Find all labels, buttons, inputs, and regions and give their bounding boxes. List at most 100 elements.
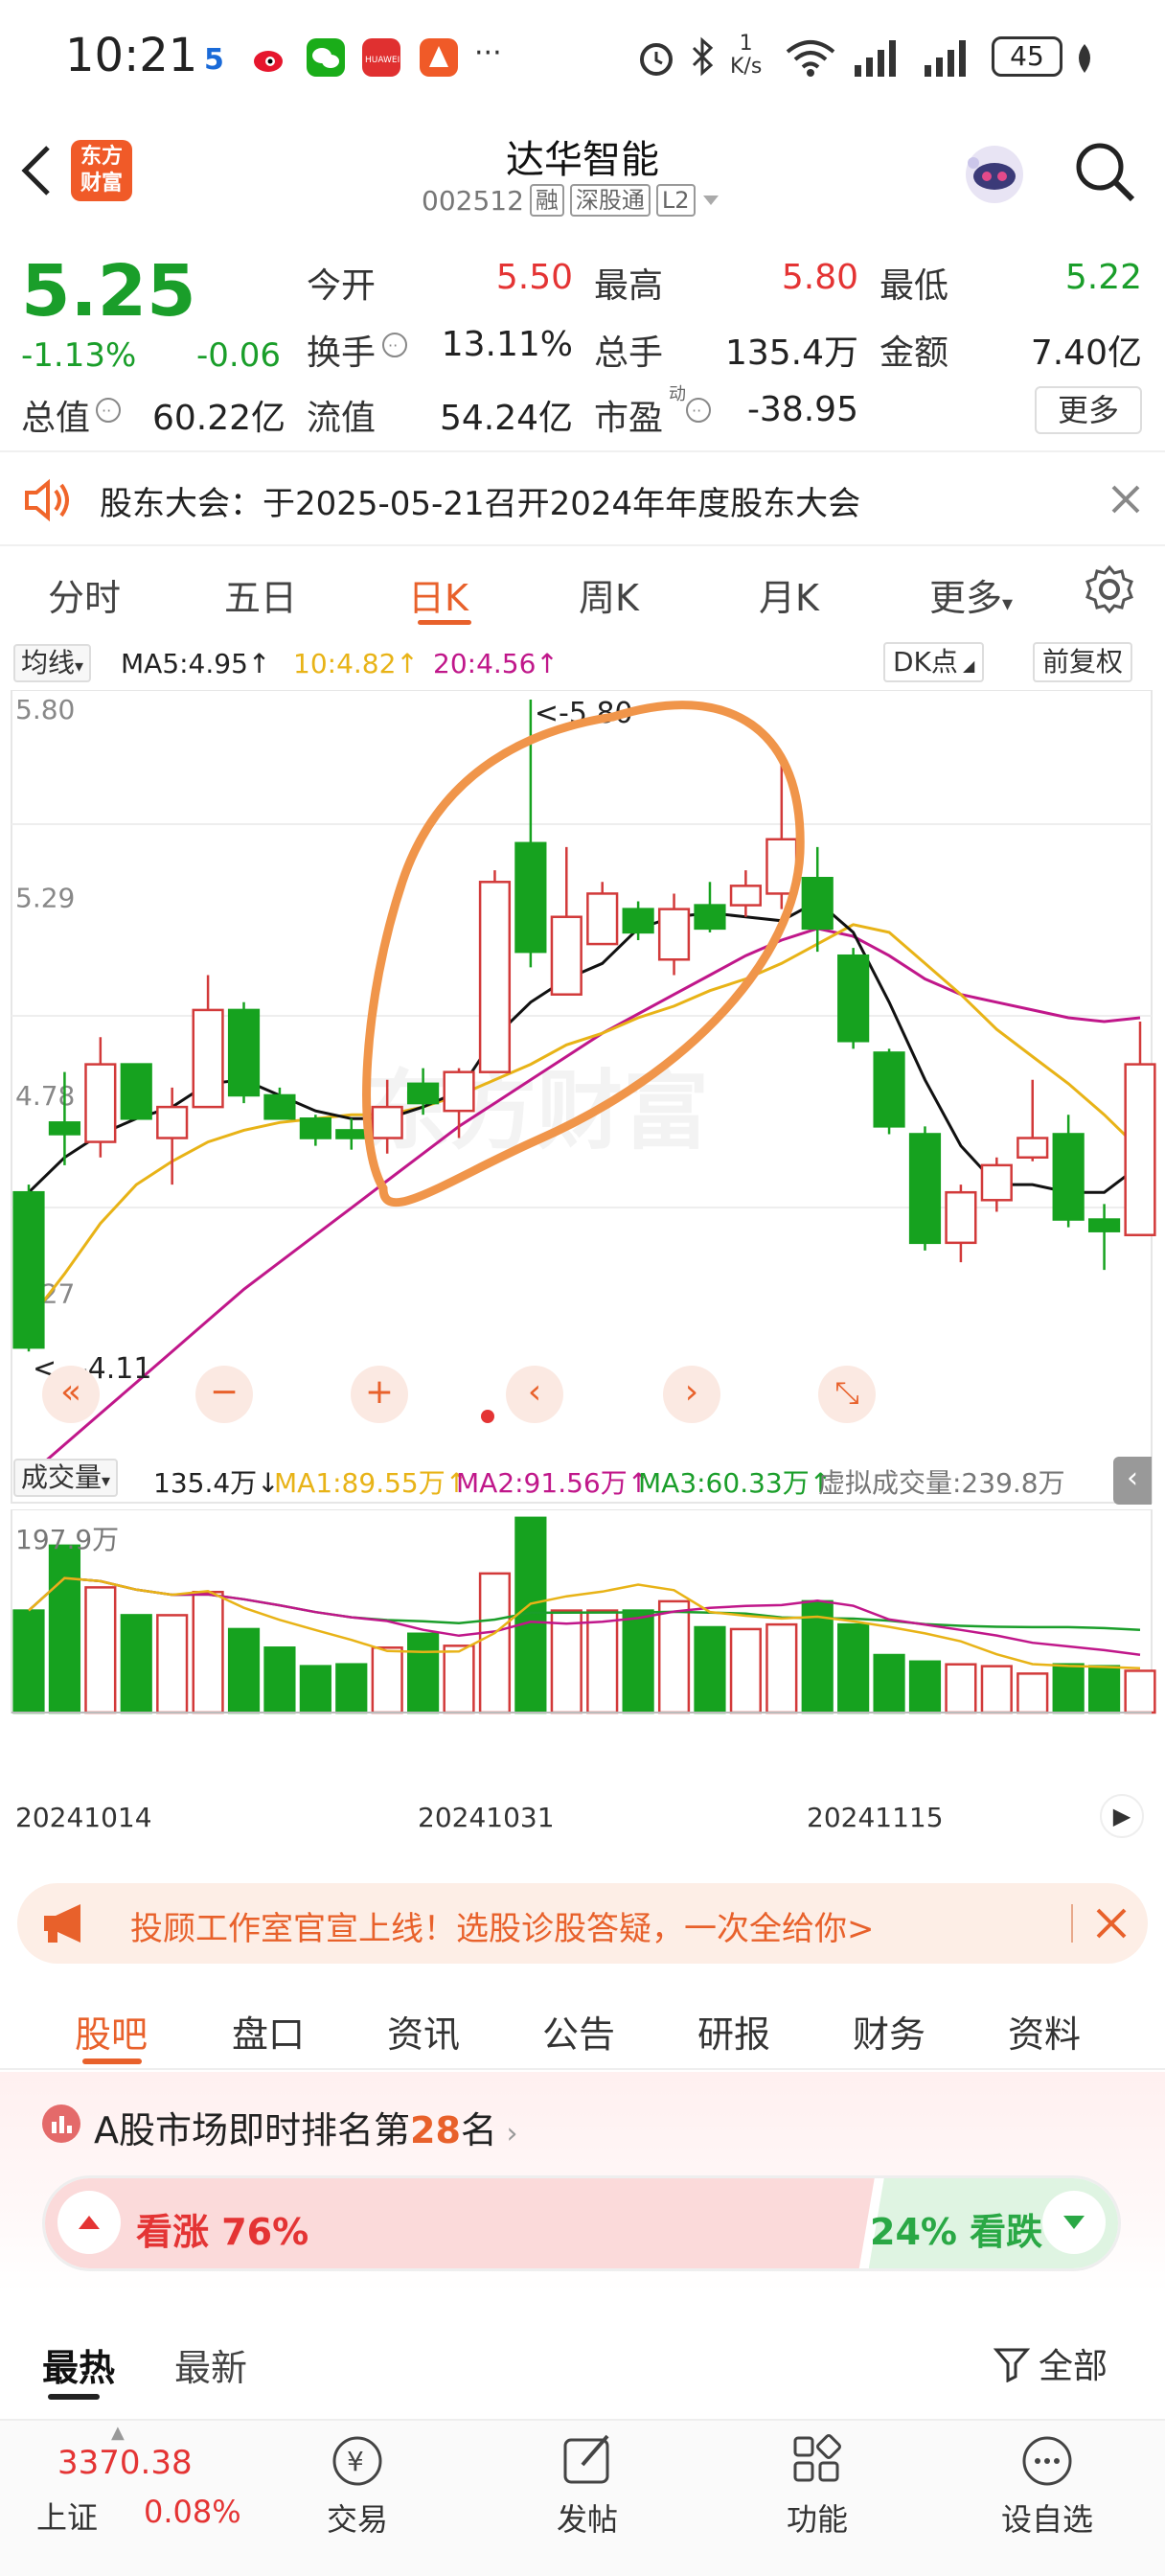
candle-body [407, 1082, 440, 1105]
volume-bar [837, 1622, 870, 1714]
candle-body [873, 1051, 905, 1128]
y-tick-label: 5.80 [15, 694, 75, 725]
tab-finance[interactable]: 财务 [853, 2005, 925, 2058]
settings-gear-icon[interactable] [1085, 564, 1134, 614]
tab-five-day[interactable]: 五日 [224, 568, 297, 621]
y-tick-label: 5.29 [15, 882, 75, 913]
turnover-value: 13.11% [441, 325, 573, 364]
notice-bar[interactable]: 股东大会：于2025-05-21召开2024年年度股东大会 [0, 450, 1165, 546]
content-tab-indicator [82, 2058, 142, 2064]
play-next-button[interactable]: ▶ [1100, 1794, 1144, 1838]
tab-more-label: 更多 [929, 577, 1003, 619]
filter-button[interactable]: 全部 [993, 2338, 1108, 2388]
search-icon[interactable] [1071, 138, 1138, 205]
bluetooth-icon [692, 36, 714, 77]
volume-value: 135.4万 [724, 334, 858, 373]
tab-announcements[interactable]: 公告 [542, 2005, 615, 2058]
index-name[interactable]: 上证 [36, 2494, 98, 2538]
nav-post-label: 发帖 [556, 2501, 618, 2538]
sort-indicator [48, 2394, 100, 2400]
market-rank-text[interactable]: A股市场即时排名第28名 › [94, 2101, 517, 2153]
tab-profile[interactable]: 资料 [1008, 2005, 1081, 2058]
rewind-button[interactable]: « [42, 1366, 100, 1423]
promo-banner[interactable]: 投顾工作室官宣上线！选股诊股答疑，一次全给你> [17, 1883, 1148, 1964]
volume-bar [120, 1614, 152, 1714]
candle-body [299, 1117, 331, 1139]
volume-bar [478, 1572, 512, 1714]
info-icon[interactable]: ·· [94, 396, 123, 425]
tab-news[interactable]: 资讯 [387, 2005, 460, 2058]
open-label: 今开 [307, 266, 377, 306]
candle-body [227, 1008, 261, 1097]
close-icon[interactable] [1094, 1906, 1129, 1941]
triangle-down-icon: ▾ [1002, 592, 1014, 616]
tab-guba[interactable]: 股吧 [75, 2005, 148, 2058]
scroll-left-button[interactable]: ‹ [506, 1366, 563, 1423]
vote-down-button[interactable] [1042, 2191, 1106, 2254]
sort-new[interactable]: 最新 [174, 2338, 247, 2391]
tab-pankou[interactable]: 盘口 [232, 2005, 305, 2058]
more-circle-icon [1022, 2436, 1072, 2486]
index-change[interactable]: 0.08% [144, 2494, 241, 2530]
nav-post[interactable]: 发帖 [515, 2430, 659, 2540]
nav-add-watchlist[interactable]: 设自选 [975, 2430, 1119, 2540]
scroll-right-button[interactable]: › [663, 1366, 720, 1423]
ma-dropdown[interactable]: 均线▾ [13, 644, 92, 682]
index-value[interactable]: 3370.38 [57, 2444, 193, 2482]
volume-bar [443, 1644, 475, 1714]
nav-trade-label: 交易 [326, 2501, 388, 2538]
content-tabs: 股吧 盘口 资讯 公告 研报 财务 资料 [0, 1984, 1165, 2070]
stock-code-row[interactable]: 002512 融 深股通 L2 [422, 184, 720, 217]
tag-shenzhen-connect: 深股通 [569, 184, 651, 217]
tab-intraday[interactable]: 分时 [48, 568, 121, 621]
candle-body [371, 1105, 403, 1139]
tab-daily-k[interactable]: 日K [408, 568, 468, 621]
nav-trade[interactable]: ¥ 交易 [286, 2430, 429, 2540]
volume-max-label: 197.9万 [15, 1524, 120, 1555]
volume-bar [622, 1609, 654, 1714]
low-label: 最低 [879, 266, 949, 306]
change-percent: -1.13% [21, 336, 137, 375]
sort-hot[interactable]: 最热 [42, 2338, 115, 2391]
candle-body [514, 841, 547, 954]
volume-chart[interactable] [0, 1509, 1165, 1778]
volume-bar [908, 1660, 942, 1714]
adjust-mode-button[interactable]: 前复权 [1033, 642, 1133, 682]
chevron-right-icon: › [496, 2117, 518, 2150]
candle-body [263, 1093, 296, 1120]
bottom-nav: ▲ 3370.38 上证 0.08% ¥ 交易 发帖 功能 设自选 [0, 2419, 1165, 2576]
candle-body [586, 892, 619, 946]
promo-text: 投顾工作室官宣上线！选股诊股答疑，一次全给你> [130, 1910, 875, 1948]
more-button[interactable]: 更多 [1035, 386, 1142, 434]
date-label-1: 20241014 [15, 1802, 152, 1833]
vote-up-button[interactable] [57, 2191, 121, 2254]
info-icon[interactable]: ·· [380, 331, 409, 359]
volume-bar [550, 1609, 582, 1714]
fullscreen-button[interactable]: ⤡ [818, 1366, 876, 1423]
volume-bar [371, 1646, 403, 1714]
amount-label: 金额 [879, 334, 949, 373]
robot-assistant-icon[interactable] [956, 136, 1033, 213]
current-price: 5.25 [21, 250, 196, 333]
collapse-panel-button[interactable]: ‹ [1113, 1457, 1152, 1505]
zoom-in-button[interactable]: + [351, 1366, 408, 1423]
notice-text: 股东大会：于2025-05-21召开2024年年度股东大会 [100, 485, 861, 523]
kline-chart-area[interactable]: 均线▾ MA5:4.95↑ 10:4.82↑ 20:4.56↑ DK点 ◢ 前复… [0, 632, 1165, 1869]
megaphone-icon [44, 1904, 80, 1943]
tab-more[interactable]: 更多▾ [929, 568, 1013, 621]
nav-functions[interactable]: 功能 [745, 2430, 889, 2540]
close-icon[interactable] [1109, 483, 1142, 516]
alarm-icon [640, 43, 673, 76]
ranking-chart-icon [42, 2104, 80, 2143]
tab-research[interactable]: 研报 [697, 2005, 770, 2058]
leaf-icon [1079, 44, 1090, 73]
tab-weekly-k[interactable]: 周K [579, 568, 639, 621]
float-cap-value: 54.24亿 [439, 399, 573, 438]
market-cap-label: 总值 [21, 399, 91, 438]
dk-point-button[interactable]: DK点 ◢ [883, 642, 985, 682]
info-icon[interactable]: ·· [684, 396, 713, 425]
volume-dropdown[interactable]: 成交量▾ [13, 1459, 119, 1497]
tab-monthly-k[interactable]: 月K [759, 568, 819, 621]
candle-body [657, 908, 691, 961]
zoom-out-button[interactable]: − [195, 1366, 253, 1423]
